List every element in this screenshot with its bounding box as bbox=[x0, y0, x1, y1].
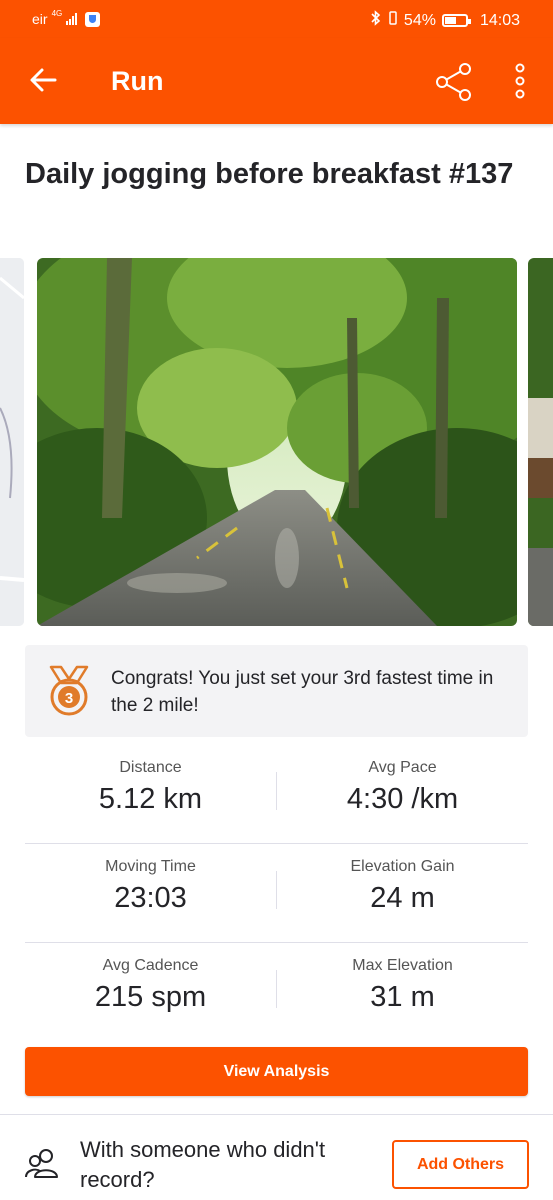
activity-title: Daily jogging before breakfast #137 bbox=[25, 158, 514, 190]
app-bar: Run bbox=[0, 38, 553, 124]
share-button[interactable] bbox=[432, 60, 476, 104]
status-left: eir 4G bbox=[32, 8, 101, 27]
map-thumbnail[interactable] bbox=[0, 258, 24, 626]
stat-row: Moving Time 23:03 Elevation Gain 24 m bbox=[25, 844, 528, 943]
next-photo-thumbnail[interactable] bbox=[528, 258, 553, 626]
stat-row: Avg Cadence 215 spm Max Elevation 31 m bbox=[25, 943, 528, 1042]
more-options-button[interactable] bbox=[505, 60, 535, 104]
stats-grid: Distance 5.12 km Avg Pace 4:30 /km Movin… bbox=[25, 745, 528, 1042]
clock: 14:03 bbox=[479, 11, 520, 29]
stat-label: Avg Cadence bbox=[102, 957, 199, 974]
stat-label: Distance bbox=[119, 759, 182, 776]
more-vertical-icon bbox=[515, 63, 525, 99]
battery-percent: 54% bbox=[403, 11, 436, 29]
view-analysis-button[interactable]: View Analysis bbox=[25, 1047, 528, 1096]
back-button[interactable] bbox=[24, 60, 64, 100]
vibrate-icon bbox=[388, 10, 398, 31]
stat-value: 31 m bbox=[370, 981, 435, 1013]
battery-icon bbox=[441, 14, 471, 27]
add-others-button[interactable]: Add Others bbox=[392, 1140, 529, 1189]
activity-photo[interactable] bbox=[37, 258, 517, 626]
stat-moving-time: Moving Time 23:03 bbox=[25, 844, 276, 943]
stat-row: Distance 5.12 km Avg Pace 4:30 /km bbox=[25, 745, 528, 844]
status-right: 54% 14:03 bbox=[370, 10, 520, 31]
arrow-left-icon bbox=[30, 68, 57, 92]
network-type: 4G bbox=[51, 8, 63, 18]
carrier-name: eir bbox=[32, 11, 48, 27]
stat-elevation-gain: Elevation Gain 24 m bbox=[277, 844, 528, 943]
medal-icon: 3 bbox=[49, 665, 89, 716]
stat-value: 23:03 bbox=[114, 882, 187, 914]
share-icon bbox=[436, 63, 471, 101]
stat-value: 5.12 km bbox=[98, 783, 203, 815]
people-icon bbox=[25, 1149, 58, 1178]
signal-icon bbox=[66, 13, 78, 25]
bluetooth-icon bbox=[370, 10, 382, 31]
status-bar: eir 4G 54% 14:03 bbox=[0, 0, 553, 38]
medal-rank: 3 bbox=[65, 690, 73, 707]
add-others-prompt: With someone who didn't record? bbox=[80, 1137, 326, 1192]
security-shield-icon bbox=[85, 11, 101, 27]
stat-value: 24 m bbox=[370, 882, 435, 914]
stat-max-elevation: Max Elevation 31 m bbox=[277, 943, 528, 1042]
stat-avg-pace: Avg Pace 4:30 /km bbox=[277, 745, 528, 844]
stat-avg-cadence: Avg Cadence 215 spm bbox=[25, 943, 276, 1042]
stat-label: Elevation Gain bbox=[350, 858, 455, 875]
stat-distance: Distance 5.12 km bbox=[25, 745, 276, 844]
section-divider bbox=[0, 1114, 553, 1115]
stat-label: Avg Pace bbox=[368, 759, 437, 776]
achievement-banner[interactable]: 3 Congrats! You just set your 3rd fastes… bbox=[25, 645, 528, 737]
stat-label: Moving Time bbox=[105, 858, 196, 875]
page-title: Run bbox=[111, 66, 164, 96]
stat-value: 215 spm bbox=[94, 981, 207, 1013]
stat-label: Max Elevation bbox=[352, 957, 453, 974]
stat-value: 4:30 /km bbox=[346, 783, 459, 815]
achievement-text: Congrats! You just set your 3rd fastest … bbox=[111, 668, 494, 716]
